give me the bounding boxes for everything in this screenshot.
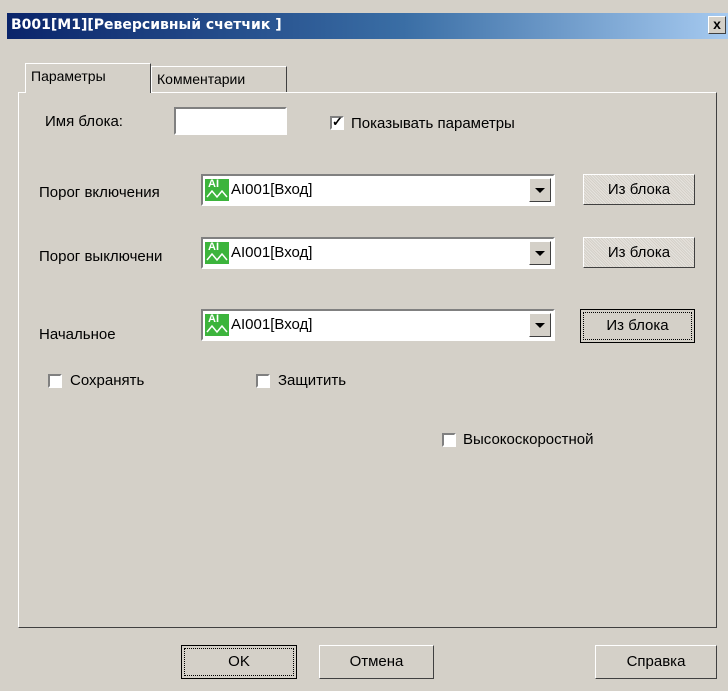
close-button[interactable]: x	[708, 16, 726, 34]
analog-input-icon: AI	[205, 314, 229, 336]
initial-value-value: AI001[Вход]	[231, 316, 313, 333]
parameters-panel	[18, 92, 717, 628]
check-mark-icon: ✓	[332, 114, 343, 129]
initial-value-label: Начальное	[39, 326, 116, 343]
cancel-button[interactable]: Отмена	[319, 645, 434, 679]
title-bar[interactable]: B001[M1][Реверсивный счетчик ] x	[7, 13, 728, 39]
dialog-window: B001[M1][Реверсивный счетчик ] x Парамет…	[0, 0, 728, 691]
ok-button[interactable]: OK	[181, 645, 297, 679]
window-title: B001[M1][Реверсивный счетчик ]	[11, 17, 282, 33]
tab-parameters[interactable]: Параметры	[25, 63, 151, 93]
highspeed-checkbox[interactable]	[442, 433, 456, 447]
save-label: Сохранять	[70, 372, 145, 389]
off-threshold-value: AI001[Вход]	[231, 244, 313, 261]
off-threshold-from-block-button[interactable]: Из блока	[583, 237, 695, 268]
chevron-down-icon[interactable]	[529, 313, 551, 337]
close-icon: x	[713, 16, 721, 32]
off-threshold-select[interactable]: AI AI001[Вход]	[201, 237, 555, 269]
on-threshold-value: AI001[Вход]	[231, 181, 313, 198]
protect-label: Защитить	[278, 372, 347, 389]
protect-checkbox[interactable]	[256, 374, 270, 388]
save-checkbox[interactable]	[48, 374, 62, 388]
on-threshold-label: Порог включения	[39, 184, 160, 201]
on-threshold-from-block-button[interactable]: Из блока	[583, 174, 695, 205]
tab-comments[interactable]: Комментарии	[151, 66, 287, 92]
on-threshold-select[interactable]: AI AI001[Вход]	[201, 174, 555, 206]
off-threshold-label: Порог выключени	[39, 248, 163, 265]
highspeed-label: Высокоскоростной	[463, 431, 594, 448]
initial-value-from-block-button[interactable]: Из блока	[580, 309, 695, 343]
block-name-input[interactable]	[174, 107, 287, 135]
show-params-checkbox[interactable]: ✓	[330, 114, 344, 130]
show-params-label: Показывать параметры	[351, 115, 515, 132]
analog-input-icon: AI	[205, 242, 229, 264]
chevron-down-icon[interactable]	[529, 178, 551, 202]
initial-value-select[interactable]: AI AI001[Вход]	[201, 309, 555, 341]
help-button[interactable]: Справка	[595, 645, 717, 679]
analog-input-icon: AI	[205, 179, 229, 201]
block-name-label: Имя блока:	[45, 113, 123, 130]
chevron-down-icon[interactable]	[529, 241, 551, 265]
